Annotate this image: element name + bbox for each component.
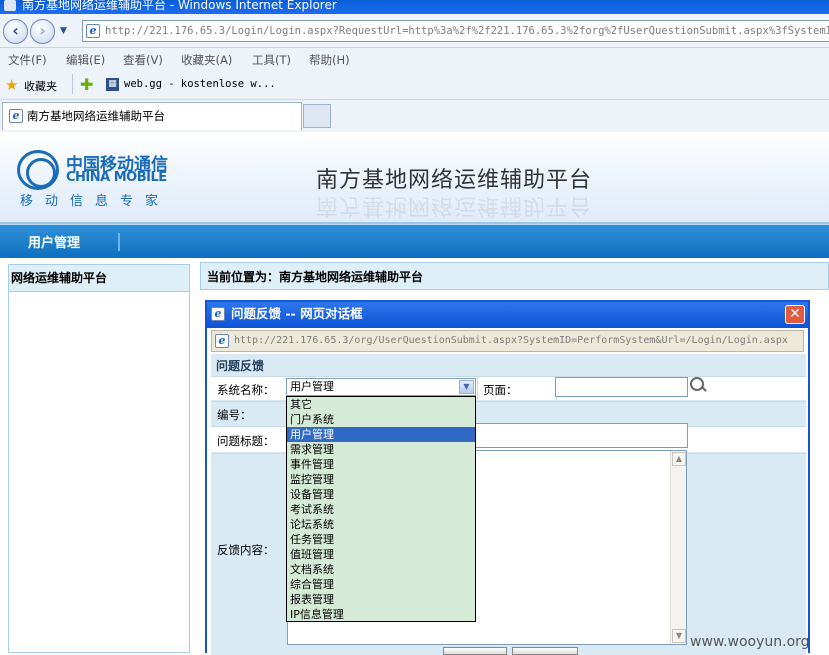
dialog-page-icon: e <box>215 334 229 348</box>
china-mobile-logo-icon <box>17 150 59 190</box>
window-title: 南方基地网络运维辅助平台 - Windows Internet Explorer <box>22 0 337 12</box>
tab-title: 南方基地网络运维辅助平台 <box>27 109 165 123</box>
favorites-button[interactable]: 收藏夹 <box>24 78 57 94</box>
number-label: 编号： <box>217 408 252 422</box>
dropdown-option[interactable]: 用户管理 <box>287 427 475 442</box>
forward-arrow-icon[interactable]: › <box>30 19 55 44</box>
favorites-bar: ★ 收藏夹 ✚ ▦ web.gg - kostenlose w... <box>0 70 829 100</box>
dropdown-option[interactable]: 综合管理 <box>287 577 475 592</box>
dialog-titlebar: e 问题反馈 -- 网页对话框 ✕ <box>207 302 808 328</box>
dropdown-option[interactable]: IP信息管理 <box>287 607 475 621</box>
content-label: 反馈内容： <box>217 543 275 557</box>
tab-bar: e 南方基地网络运维辅助平台 <box>0 100 829 132</box>
logo-tagline: 移动信息专家 <box>20 194 171 209</box>
chevron-down-icon[interactable]: ▼ <box>459 380 474 394</box>
main-nav: 用户管理 <box>0 224 829 258</box>
submit-button[interactable] <box>443 647 507 655</box>
add-favorite-icon[interactable]: ✚ <box>80 75 93 94</box>
page-ie-icon: e <box>86 24 100 38</box>
history-dropdown-icon[interactable]: ▼ <box>60 26 67 36</box>
system-label: 系统名称： <box>217 383 275 397</box>
favorite-link[interactable]: web.gg - kostenlose w... <box>124 78 276 90</box>
form-header: 问题反馈 <box>216 359 265 373</box>
dropdown-option[interactable]: 报表管理 <box>287 592 475 607</box>
dialog-title: 问题反馈 -- 网页对话框 <box>231 306 363 321</box>
dropdown-option[interactable]: 文档系统 <box>287 562 475 577</box>
favorites-star-icon: ★ <box>5 76 19 94</box>
tab-ie-icon: e <box>9 109 23 123</box>
page-input[interactable] <box>555 377 688 397</box>
dropdown-option[interactable]: 设备管理 <box>287 487 475 502</box>
dropdown-option[interactable]: 其它 <box>287 397 475 412</box>
menu-view[interactable]: 查看(V) <box>123 52 163 68</box>
banner-title-reflection: 南方基地网络运维辅助平台 <box>316 193 593 218</box>
menu-help[interactable]: 帮助(H) <box>309 52 350 68</box>
page-label: 页面： <box>483 383 518 397</box>
menu-bar: 文件(F) 编辑(E) 查看(V) 收藏夹(A) 工具(T) 帮助(H) <box>0 48 829 70</box>
dialog-address: http://221.176.65.3/org/UserQuestionSubm… <box>234 335 788 346</box>
dropdown-option[interactable]: 论坛系统 <box>287 517 475 532</box>
dialog-address-bar: e http://221.176.65.3/org/UserQuestionSu… <box>211 330 804 352</box>
title-label: 问题标题： <box>217 434 275 448</box>
system-select-value: 用户管理 <box>290 380 334 393</box>
ie-app-icon <box>4 0 16 11</box>
textarea-scrollbar[interactable]: ▲ ▼ <box>670 451 686 644</box>
close-icon[interactable]: ✕ <box>785 305 805 324</box>
title-input[interactable] <box>475 423 688 448</box>
logo-english: CHINA MOBILE <box>66 170 167 185</box>
tab-active[interactable]: e 南方基地网络运维辅助平台 <box>2 102 302 130</box>
dropdown-option[interactable]: 任务管理 <box>287 532 475 547</box>
nav-divider <box>118 233 120 251</box>
dropdown-option[interactable]: 需求管理 <box>287 442 475 457</box>
nav-user-management[interactable]: 用户管理 <box>28 232 80 251</box>
left-pane-header: 网络运维辅助平台 <box>8 264 190 292</box>
menu-tools[interactable]: 工具(T) <box>252 52 291 68</box>
left-pane: 网络运维辅助平台 <box>0 262 200 653</box>
address-input[interactable]: e http://221.176.65.3/Login/Login.aspx?R… <box>82 20 829 42</box>
menu-file[interactable]: 文件(F) <box>8 52 47 68</box>
site-banner: 中国移动通信 CHINA MOBILE 移动信息专家 南方基地网络运维辅助平台 … <box>0 132 829 224</box>
new-tab-button[interactable] <box>303 104 331 128</box>
dropdown-option[interactable]: 考试系统 <box>287 502 475 517</box>
scroll-up-icon[interactable]: ▲ <box>672 452 686 466</box>
site-favicon-icon: ▦ <box>106 78 119 91</box>
system-dropdown-list: 其它 门户系统 用户管理 需求管理 事件管理 监控管理 设备管理 考试系统 论坛系统 任务管理 值班… <box>286 396 476 622</box>
breadcrumb: 当前位置为：南方基地网络运维辅助平台 <box>200 262 829 290</box>
dialog-ie-icon: e <box>211 307 225 321</box>
watermark: www.wooyun.org <box>690 634 810 650</box>
scroll-down-icon[interactable]: ▼ <box>672 629 686 643</box>
menu-favorites[interactable]: 收藏夹(A) <box>181 52 232 68</box>
banner-title: 南方基地网络运维辅助平台 <box>316 168 593 193</box>
favbar-divider <box>72 74 73 94</box>
dropdown-option[interactable]: 值班管理 <box>287 547 475 562</box>
return-button[interactable] <box>512 647 578 655</box>
back-arrow-icon[interactable]: ‹ <box>3 19 28 44</box>
dropdown-option[interactable]: 事件管理 <box>287 457 475 472</box>
window-titlebar: 南方基地网络运维辅助平台 - Windows Internet Explorer <box>0 0 829 14</box>
address-toolbar: ‹ › ▼ e http://221.176.65.3/Login/Login.… <box>0 14 829 48</box>
system-select[interactable]: 用户管理 ▼ <box>286 378 476 396</box>
left-pane-body <box>8 292 190 653</box>
search-icon[interactable] <box>690 377 704 391</box>
address-text: http://221.176.65.3/Login/Login.aspx?Req… <box>105 25 829 37</box>
dropdown-option[interactable]: 门户系统 <box>287 412 475 427</box>
dropdown-option[interactable]: 监控管理 <box>287 472 475 487</box>
menu-edit[interactable]: 编辑(E) <box>66 52 105 68</box>
